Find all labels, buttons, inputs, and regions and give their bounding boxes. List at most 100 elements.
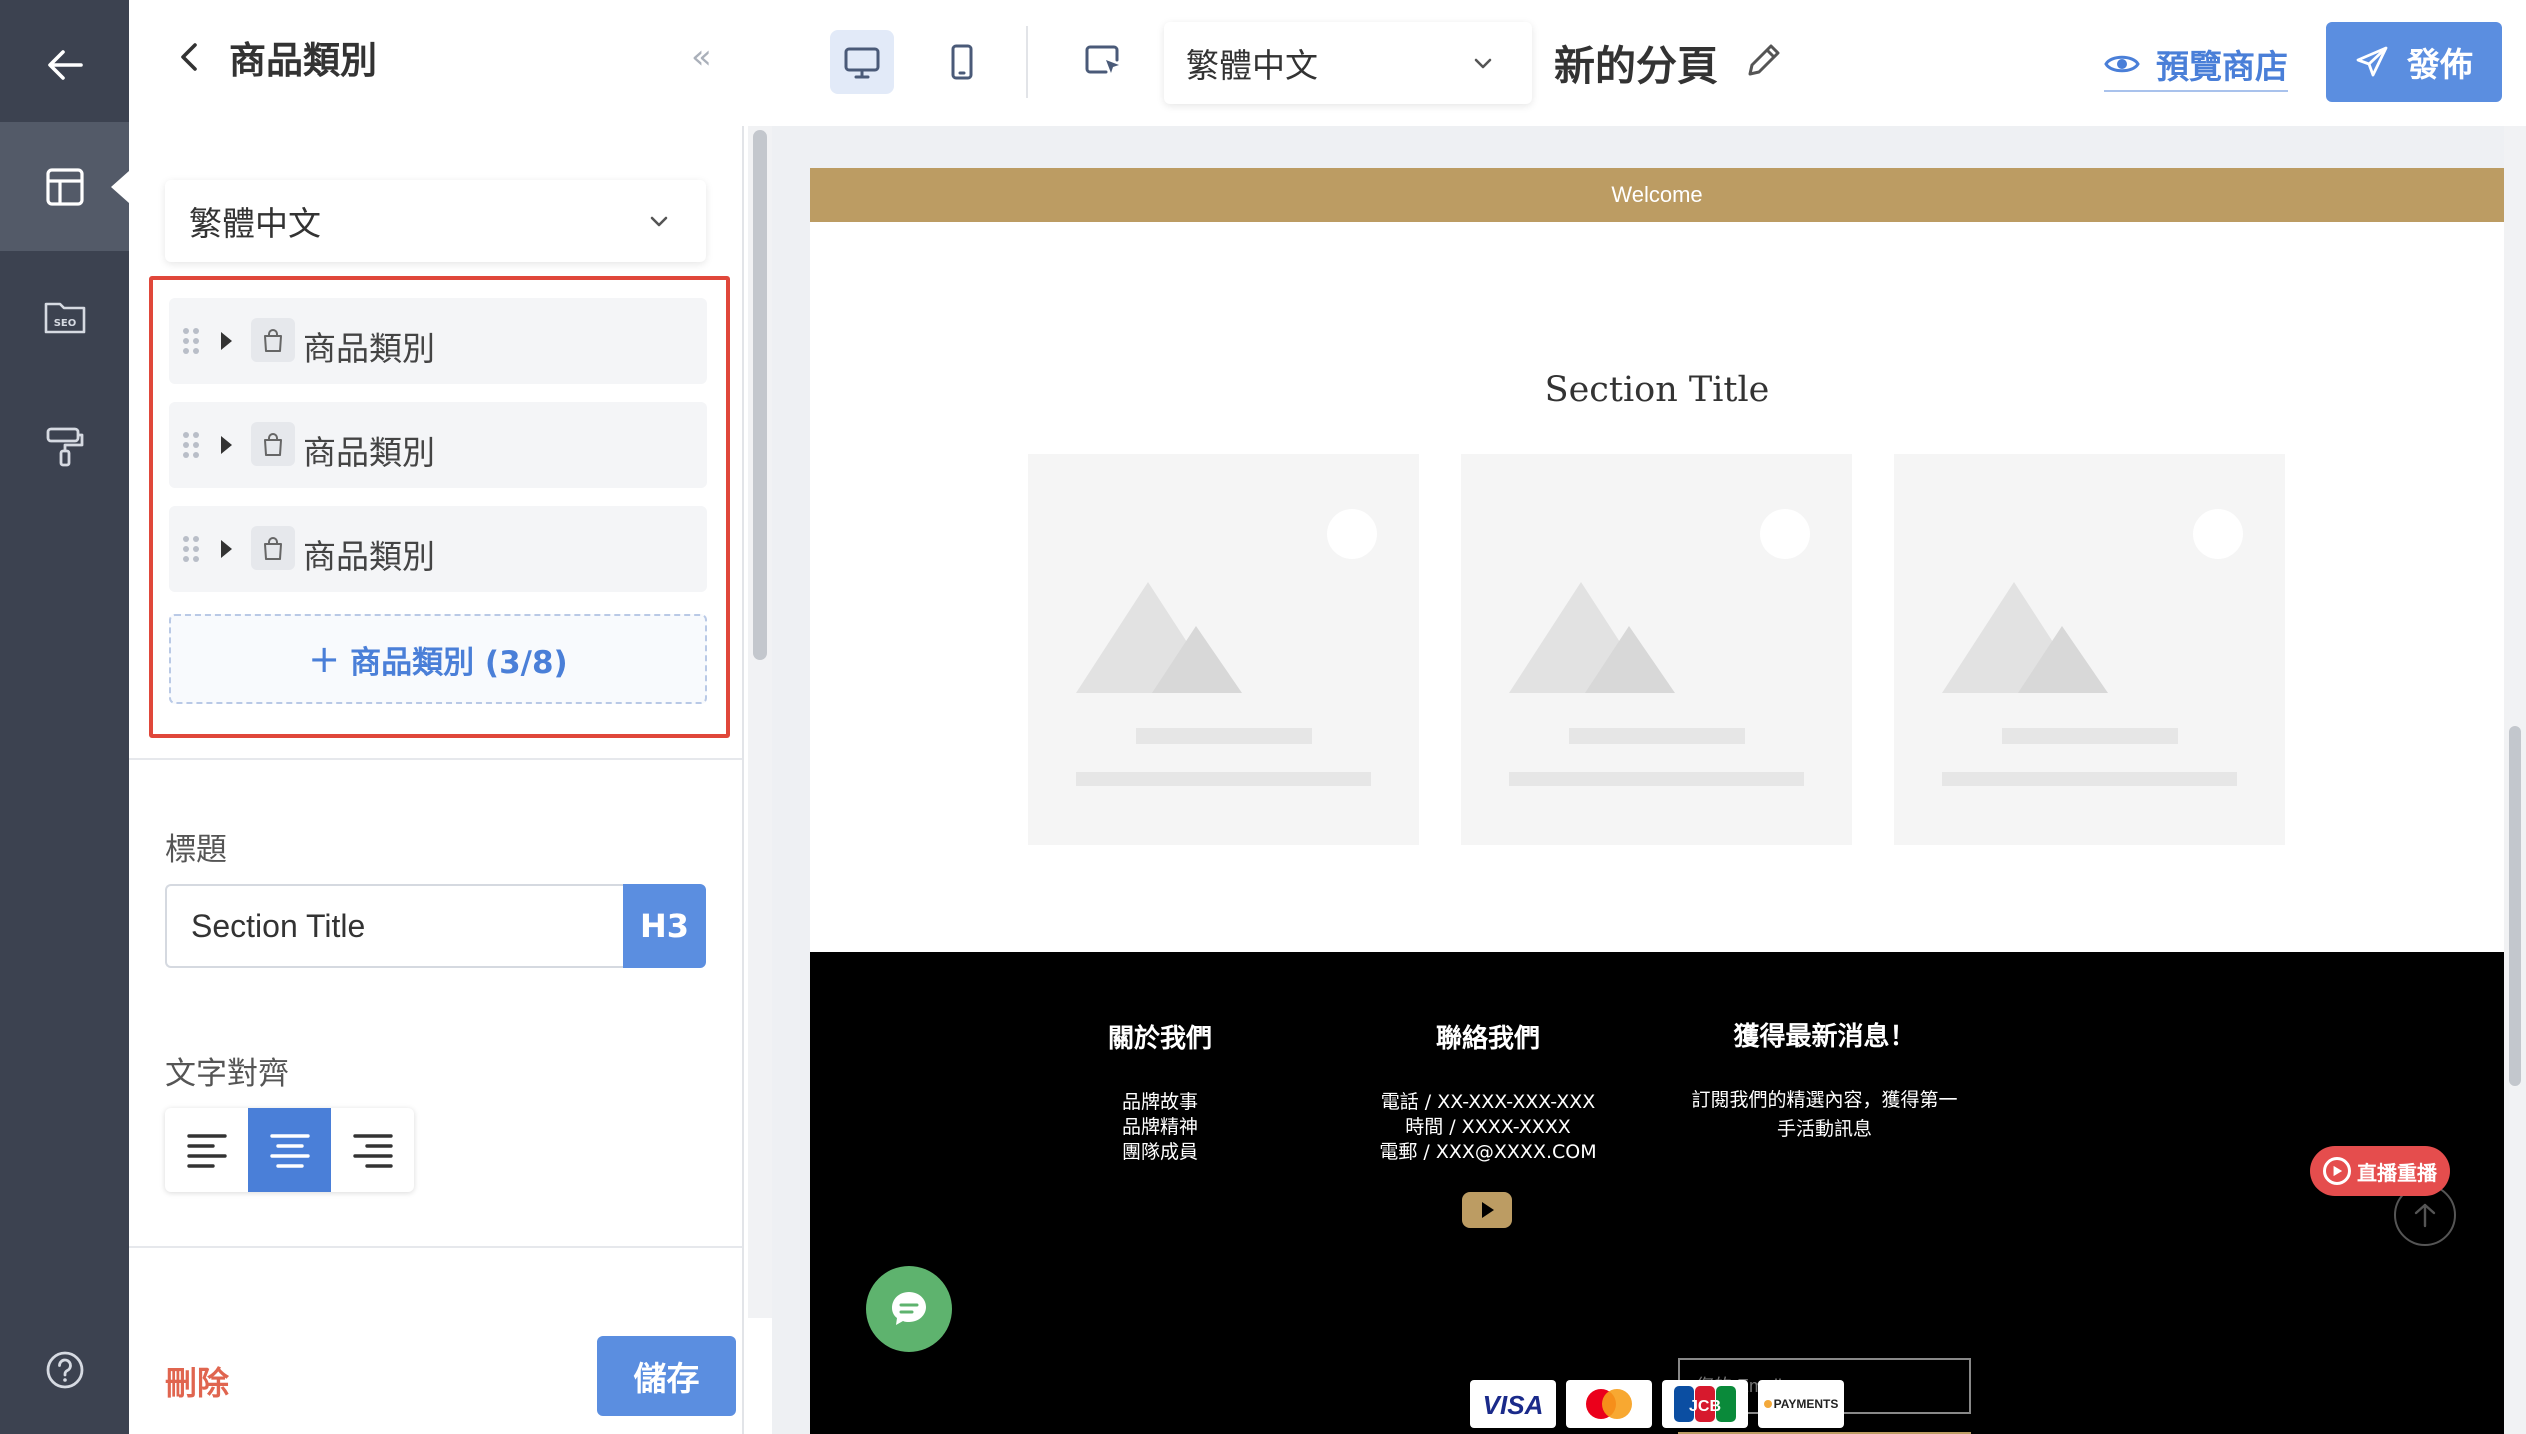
category-card-placeholder[interactable] [1461,454,1852,845]
visa-logo: VISA [1470,1380,1556,1428]
chevron-left-icon[interactable] [171,38,209,76]
footer-link[interactable]: 團隊成員 [1050,1140,1270,1165]
rail-help-button[interactable] [0,1305,129,1434]
contact-hours: 時間 / XXXX-XXXX [1405,1116,1571,1138]
desktop-view-button[interactable] [830,30,894,94]
rail-active-pointer [111,170,129,203]
footer-news-heading: 獲得最新消息！ [1733,1022,1916,1052]
panel-language-value: 繁體中文 [189,204,321,243]
align-right-button[interactable] [331,1108,414,1192]
live-replay-badge[interactable]: 直播重播 [2310,1146,2450,1196]
arrow-up-icon [2414,1203,2436,1228]
shopping-bag-icon [251,526,295,570]
drag-handle-icon[interactable] [183,328,199,354]
image-placeholder-icon [1028,454,1419,845]
pencil-icon[interactable] [1742,38,1786,82]
desktop-icon [844,47,880,79]
svg-text:SEO: SEO [53,318,76,329]
footer-contact-lines: 電話 / XX-XXX-XXX-XXX 時間 / XXXX-XXXX 電郵 / … [1328,1090,1648,1165]
publish-label: 發佈 [2407,45,2473,84]
announcement-bar[interactable]: Welcome [810,168,2504,222]
contact-email: 電郵 / XXX@XXXX.COM [1379,1141,1597,1163]
paint-roller-icon [46,427,83,466]
news-text-line: 訂閱我們的精選內容，獲得第一 [1691,1089,1958,1111]
image-placeholder-icon [1894,454,2285,845]
mobile-view-button[interactable] [930,30,994,94]
cursor-select-icon [1085,45,1119,74]
chevron-down-icon [650,216,668,227]
category-item-label: 商品類別 [303,329,435,368]
payments-logo: PAYMENTS [1758,1380,1844,1428]
section-divider [129,1246,744,1248]
expand-caret-icon[interactable] [221,332,232,350]
category-item-label: 商品類別 [303,537,435,576]
footer-link[interactable]: 品牌故事 [1050,1090,1270,1115]
collapse-panel-icon[interactable]: « [691,40,712,74]
preview-store-label: 預覽商店 [2156,47,2288,86]
rail-layout-button[interactable] [0,122,129,251]
jcb-logo: JCB [1662,1380,1748,1428]
category-item[interactable]: 商品類別 [169,402,707,488]
publish-button[interactable]: 發佈 [2326,22,2502,102]
footer-about-links: 品牌故事 品牌精神 團隊成員 [1050,1090,1270,1165]
drag-handle-icon[interactable] [183,536,199,562]
mobile-icon [951,44,973,80]
expand-caret-icon[interactable] [221,540,232,558]
shopping-bag-icon [251,318,295,362]
footer-news-text: 訂閱我們的精選內容，獲得第一 手活動訊息 [1668,1086,1981,1144]
select-element-button[interactable] [1072,30,1136,94]
topbar-language-select[interactable]: 繁體中文 [1164,22,1532,104]
footer-link[interactable]: 品牌精神 [1050,1115,1270,1140]
arrow-left-icon [47,49,83,80]
add-category-label: 商品類別 (3/8) [350,644,568,681]
align-left-button[interactable] [165,1108,248,1192]
topbar-language-value: 繁體中文 [1186,46,1318,85]
contact-phone: 電話 / XX-XXX-XXX-XXX [1380,1091,1596,1113]
section-title[interactable]: Section Title [810,370,2504,410]
title-input[interactable] [165,884,625,968]
category-item[interactable]: 商品類別 [169,298,707,384]
add-category-button[interactable]: + 商品類別 (3/8) [169,614,707,704]
category-item[interactable]: 商品類別 [169,506,707,592]
heading-level-button[interactable]: H3 [623,884,706,968]
category-card-placeholder[interactable] [1028,454,1419,845]
canvas-scroll-thumb[interactable] [2509,726,2521,1086]
delete-button[interactable]: 刪除 [165,1358,229,1404]
rail-seo-button[interactable]: SEO [0,252,129,381]
chevron-down-icon [1474,58,1492,69]
preview-store-link[interactable]: 預覽商店 [2104,38,2288,92]
panel-scroll-thumb[interactable] [753,130,767,660]
align-center-icon [269,1134,310,1168]
align-left-icon [186,1134,227,1168]
plus-icon: + [308,637,341,681]
svg-text:VISA: VISA [1483,1390,1544,1420]
image-placeholder-icon [1461,454,1852,845]
title-field-label: 標題 [165,832,227,868]
text-align-group [165,1108,414,1192]
footer-about-heading: 關於我們 [1107,1024,1212,1054]
left-rail: SEO [0,0,129,1434]
canvas-scrollbar[interactable] [2504,126,2526,1434]
help-icon [46,1351,83,1388]
editor-topbar: 繁體中文 新的分頁 預覽商店 發佈 [772,0,2526,126]
rail-theme-button[interactable] [0,382,129,511]
layout-icon [45,167,84,206]
settings-panel: 商品類別 « 繁體中文 商品類別 商品類別 商品類別 + 商品類別 (3/8) [129,0,772,1434]
panel-language-select[interactable]: 繁體中文 [165,180,706,262]
play-circle-icon [2323,1157,2351,1185]
save-button[interactable]: 儲存 [597,1336,736,1416]
align-center-button[interactable] [248,1108,331,1192]
shopping-bag-icon [251,422,295,466]
expand-caret-icon[interactable] [221,436,232,454]
section-divider [129,758,744,760]
toolbar-separator [1026,26,1028,98]
eye-icon [2104,55,2140,73]
live-replay-label: 直播重播 [2357,1160,2437,1185]
back-button[interactable] [0,0,129,129]
panel-scrollbar[interactable] [748,126,772,1318]
chat-button[interactable] [866,1266,952,1352]
panel-header: 商品類別 « [129,0,772,118]
category-card-placeholder[interactable] [1894,454,2285,845]
youtube-icon[interactable] [1462,1192,1512,1228]
drag-handle-icon[interactable] [183,432,199,458]
